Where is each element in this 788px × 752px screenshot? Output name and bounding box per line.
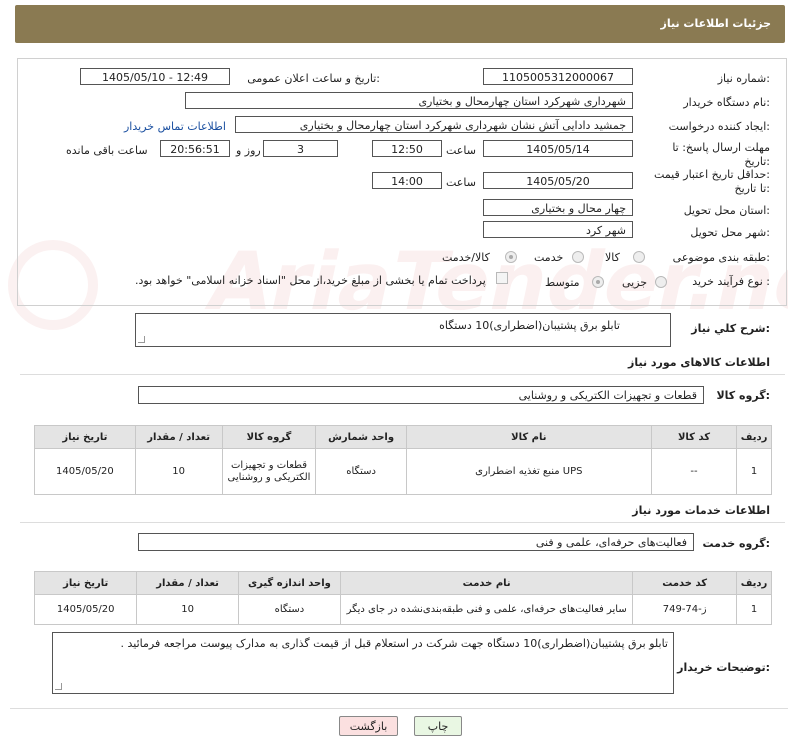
validity-time-label: ساعت xyxy=(446,176,476,189)
col-unit: واحد شمارش xyxy=(315,425,407,449)
goods-divider xyxy=(20,374,785,375)
back-button[interactable]: بازگشت xyxy=(339,716,398,736)
col-service-name: نام خدمت xyxy=(340,571,634,595)
notes-textarea[interactable]: تابلو برق پشتیبان(اضطراری)10 دستگاه جهت … xyxy=(52,632,674,694)
category-service-radio[interactable] xyxy=(572,251,584,263)
goods-table: تاریخ نیاز تعداد / مقدار گروه کالا واحد … xyxy=(34,425,772,495)
col-goods-name: نام کالا xyxy=(405,425,652,449)
col-service-code: کد خدمت xyxy=(632,571,738,595)
validity-date-field: 1405/05/20 xyxy=(483,172,633,189)
creator-field: جمشید دادایی آتش نشان شهرداری شهرکرد است… xyxy=(235,116,633,133)
cell-goods-name: منبع تغذیه اضطراری UPS xyxy=(405,448,652,495)
process-medium-label: متوسط xyxy=(545,276,580,289)
goods-group-label: گروه کالا: xyxy=(716,389,770,402)
category-both-radio[interactable] xyxy=(505,251,517,263)
city-field: شهر کرد xyxy=(483,221,633,238)
col-row: ردیف xyxy=(736,425,772,449)
resize-handle-icon[interactable] xyxy=(138,336,145,343)
col-qty: تعداد / مقدار xyxy=(136,571,239,595)
header-bar: جزئیات اطلاعات نیاز xyxy=(15,5,785,43)
process-label: نوع فرآیند خرید : xyxy=(692,275,770,288)
category-goods-radio[interactable] xyxy=(633,251,645,263)
goods-section-title: اطلاعات کالاهای مورد نیاز xyxy=(628,356,770,369)
cell-need-date: 1405/05/20 xyxy=(34,448,136,495)
city-label: شهر محل تحویل: xyxy=(690,226,770,239)
treasury-payment-text: پرداخت تمام یا بخشی از مبلغ خرید،از محل … xyxy=(135,274,486,287)
province-label: استان محل تحویل: xyxy=(683,204,770,217)
process-minor-label: جزیی xyxy=(622,276,648,289)
services-group-label: گروه خدمت: xyxy=(702,537,770,550)
services-section-title: اطلاعات خدمات مورد نیاز xyxy=(632,504,770,517)
creator-label: ایجاد کننده درخواست: xyxy=(668,120,770,133)
services-divider xyxy=(20,522,785,523)
category-label: طبقه بندی موضوعی: xyxy=(672,251,770,264)
col-goods-code: کد کالا xyxy=(650,425,738,449)
buyer-contact-link[interactable]: اطلاعات تماس خریدار xyxy=(124,120,226,133)
summary-label: شرح کلي نياز: xyxy=(691,322,770,335)
deadline-label: مهلت ارسال پاسخ: تا xyxy=(672,141,770,154)
footer-divider xyxy=(10,708,788,709)
cell-service-name: سایر فعالیت‌های حرفه‌ای، علمی و فنی طبقه… xyxy=(340,594,634,625)
services-table: تاریخ نیاز تعداد / مقدار واحد اندازه گیر… xyxy=(33,571,772,625)
process-minor-radio[interactable] xyxy=(655,276,667,288)
category-goods-label: کالا xyxy=(605,251,620,264)
print-button[interactable]: چاپ xyxy=(414,716,462,736)
buyer-label: نام دستگاه خریدار: xyxy=(683,96,770,109)
process-medium-radio[interactable] xyxy=(592,276,604,288)
notes-text: تابلو برق پشتیبان(اضطراری)10 دستگاه جهت … xyxy=(120,637,668,650)
goods-group-field: قطعات و تجهیزات الکتریکی و روشنایی xyxy=(138,386,704,404)
validity-label-date: تا تاریخ: xyxy=(734,182,770,195)
cell-row: 1 xyxy=(736,594,772,625)
col-unit: واحد اندازه گیری xyxy=(237,571,342,595)
notes-label: توضیحات خریدار: xyxy=(677,661,770,674)
days-field: 3 xyxy=(263,140,338,157)
page-title: جزئیات اطلاعات نیاز xyxy=(660,17,772,30)
cell-goods-group: قطعات و تجهیزات الکتریکی و روشنایی xyxy=(221,448,317,495)
days-label: روز و xyxy=(236,144,261,157)
category-service-label: خدمت xyxy=(534,251,564,264)
col-need-date: تاریخ نیاز xyxy=(33,571,138,595)
deadline-date-field: 1405/05/14 xyxy=(483,140,633,157)
announce-label: تاریخ و ساعت اعلان عمومی: xyxy=(247,72,380,85)
summary-text: تابلو برق پشتیبان(اضطراری)10 دستگاه xyxy=(439,319,620,332)
col-goods-group: گروه کالا xyxy=(221,425,317,449)
summary-textarea[interactable]: تابلو برق پشتیبان(اضطراری)10 دستگاه xyxy=(135,313,671,347)
col-qty: تعداد / مقدار xyxy=(134,425,223,449)
goods-table-header: تاریخ نیاز تعداد / مقدار گروه کالا واحد … xyxy=(34,425,772,449)
table-row: 1405/05/20 10 قطعات و تجهیزات الکتریکی و… xyxy=(34,448,772,495)
cell-service-code: ز-74-749 xyxy=(632,594,738,625)
deadline-time-field: 12:50 xyxy=(372,140,442,157)
col-need-date: تاریخ نیاز xyxy=(34,425,136,449)
announce-field: 1405/05/10 - 12:49 xyxy=(80,68,230,85)
cell-qty: 10 xyxy=(134,448,223,495)
cell-need-date: 1405/05/20 xyxy=(33,594,138,625)
province-field: چهار محال و بختیاری xyxy=(483,199,633,216)
remaining-field: 20:56:51 xyxy=(160,140,230,157)
treasury-payment-checkbox[interactable] xyxy=(496,272,508,284)
cell-goods-code: -- xyxy=(650,448,738,495)
resize-handle-icon[interactable] xyxy=(55,683,62,690)
validity-label: حداقل تاریخ اعتبار قیمت: xyxy=(654,168,770,181)
need-number-label: شماره نیاز: xyxy=(717,72,770,85)
cell-row: 1 xyxy=(736,448,772,495)
cell-qty: 10 xyxy=(136,594,239,625)
buyer-field: شهرداری شهرکرد استان چهارمحال و بختیاری xyxy=(185,92,633,109)
deadline-time-label: ساعت xyxy=(446,144,476,157)
need-number-field: 1105005312000067 xyxy=(483,68,633,85)
remaining-label: ساعت باقی مانده xyxy=(66,144,148,157)
table-row: 1405/05/20 10 دستگاه سایر فعالیت‌های حرف… xyxy=(33,594,772,625)
services-table-header: تاریخ نیاز تعداد / مقدار واحد اندازه گیر… xyxy=(33,571,772,595)
category-both-label: کالا/خدمت xyxy=(442,251,490,264)
services-group-field: فعالیت‌های حرفه‌ای، علمی و فنی xyxy=(138,533,694,551)
cell-unit: دستگاه xyxy=(237,594,342,625)
validity-time-field: 14:00 xyxy=(372,172,442,189)
col-row: ردیف xyxy=(736,571,772,595)
deadline-label-date: تاریخ: xyxy=(744,155,770,168)
cell-unit: دستگاه xyxy=(315,448,407,495)
